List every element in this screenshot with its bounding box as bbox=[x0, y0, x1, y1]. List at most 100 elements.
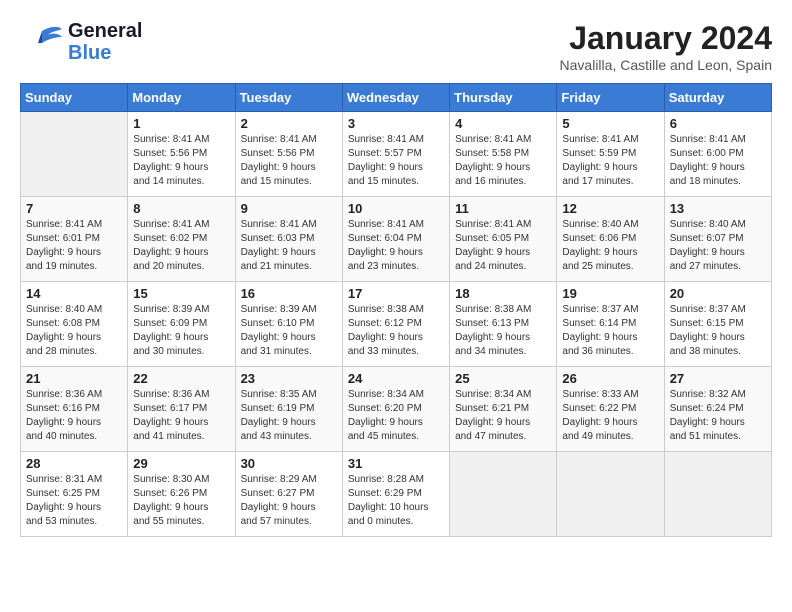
day-number: 24 bbox=[348, 371, 444, 386]
weekday-header-wednesday: Wednesday bbox=[342, 84, 449, 112]
title-block: January 2024 Navalilla, Castille and Leo… bbox=[560, 20, 772, 73]
calendar-cell: 6 Sunrise: 8:41 AM Sunset: 6:00 PM Daylig… bbox=[664, 112, 771, 197]
calendar-cell: 12 Sunrise: 8:40 AM Sunset: 6:06 PM Dayli… bbox=[557, 197, 664, 282]
day-number: 17 bbox=[348, 286, 444, 301]
calendar-cell bbox=[557, 452, 664, 537]
day-info: Sunrise: 8:40 AM Sunset: 6:06 PM Dayligh… bbox=[562, 218, 658, 274]
calendar-cell: 30Sunrise: 8:29 AM Sunset: 6:27 PM Dayli… bbox=[235, 452, 342, 537]
day-info: Sunrise: 8:41 AM Sunset: 5:59 PM Dayligh… bbox=[562, 133, 658, 189]
calendar-cell bbox=[21, 112, 128, 197]
calendar-cell: 2 Sunrise: 8:41 AM Sunset: 5:56 PM Daylig… bbox=[235, 112, 342, 197]
calendar-cell: 7 Sunrise: 8:41 AM Sunset: 6:01 PM Daylig… bbox=[21, 197, 128, 282]
calendar-cell: 23 Sunrise: 8:35 AM Sunset: 6:19 PM Dayli… bbox=[235, 367, 342, 452]
day-info: Sunrise: 8:41 AM Sunset: 5:58 PM Dayligh… bbox=[455, 133, 551, 189]
day-number: 3 bbox=[348, 116, 444, 131]
day-number: 28 bbox=[26, 456, 122, 471]
logo: General Blue bbox=[20, 20, 142, 64]
calendar-cell: 29Sunrise: 8:30 AM Sunset: 6:26 PM Dayli… bbox=[128, 452, 235, 537]
day-info: Sunrise: 8:35 AM Sunset: 6:19 PM Dayligh… bbox=[241, 388, 337, 444]
day-number: 27 bbox=[670, 371, 766, 386]
weekday-header-friday: Friday bbox=[557, 84, 664, 112]
calendar-cell: 4Sunrise: 8:41 AM Sunset: 5:58 PM Daylig… bbox=[450, 112, 557, 197]
weekday-header-tuesday: Tuesday bbox=[235, 84, 342, 112]
day-info: Sunrise: 8:32 AM Sunset: 6:24 PM Dayligh… bbox=[670, 388, 766, 444]
day-number: 23 bbox=[241, 371, 337, 386]
calendar-cell bbox=[450, 452, 557, 537]
location-subtitle: Navalilla, Castille and Leon, Spain bbox=[560, 57, 772, 73]
calendar-cell bbox=[664, 452, 771, 537]
day-number: 2 bbox=[241, 116, 337, 131]
month-title: January 2024 bbox=[560, 20, 772, 57]
calendar-cell: 16 Sunrise: 8:39 AM Sunset: 6:10 PM Dayli… bbox=[235, 282, 342, 367]
day-number: 7 bbox=[26, 201, 122, 216]
day-number: 29 bbox=[133, 456, 229, 471]
calendar-row-2: 14 Sunrise: 8:40 AM Sunset: 6:08 PM Dayli… bbox=[21, 282, 772, 367]
calendar-cell: 15Sunrise: 8:39 AM Sunset: 6:09 PM Dayli… bbox=[128, 282, 235, 367]
calendar-cell: 10Sunrise: 8:41 AM Sunset: 6:04 PM Dayli… bbox=[342, 197, 449, 282]
day-info: Sunrise: 8:41 AM Sunset: 6:05 PM Dayligh… bbox=[455, 218, 551, 274]
day-number: 9 bbox=[241, 201, 337, 216]
calendar-cell: 14 Sunrise: 8:40 AM Sunset: 6:08 PM Dayli… bbox=[21, 282, 128, 367]
day-info: Sunrise: 8:37 AM Sunset: 6:15 PM Dayligh… bbox=[670, 303, 766, 359]
calendar-cell: 20 Sunrise: 8:37 AM Sunset: 6:15 PM Dayli… bbox=[664, 282, 771, 367]
day-info: Sunrise: 8:41 AM Sunset: 6:03 PM Dayligh… bbox=[241, 218, 337, 274]
day-number: 16 bbox=[241, 286, 337, 301]
calendar-row-3: 21Sunrise: 8:36 AM Sunset: 6:16 PM Dayli… bbox=[21, 367, 772, 452]
calendar-cell: 8Sunrise: 8:41 AM Sunset: 6:02 PM Daylig… bbox=[128, 197, 235, 282]
day-info: Sunrise: 8:40 AM Sunset: 6:07 PM Dayligh… bbox=[670, 218, 766, 274]
calendar-table: SundayMondayTuesdayWednesdayThursdayFrid… bbox=[20, 83, 772, 537]
day-info: Sunrise: 8:29 AM Sunset: 6:27 PM Dayligh… bbox=[241, 473, 337, 529]
calendar-cell: 21Sunrise: 8:36 AM Sunset: 6:16 PM Dayli… bbox=[21, 367, 128, 452]
day-info: Sunrise: 8:34 AM Sunset: 6:21 PM Dayligh… bbox=[455, 388, 551, 444]
day-number: 13 bbox=[670, 201, 766, 216]
calendar-cell: 9 Sunrise: 8:41 AM Sunset: 6:03 PM Daylig… bbox=[235, 197, 342, 282]
day-info: Sunrise: 8:41 AM Sunset: 5:56 PM Dayligh… bbox=[133, 133, 229, 189]
day-info: Sunrise: 8:31 AM Sunset: 6:25 PM Dayligh… bbox=[26, 473, 122, 529]
calendar-cell: 22Sunrise: 8:36 AM Sunset: 6:17 PM Dayli… bbox=[128, 367, 235, 452]
day-info: Sunrise: 8:38 AM Sunset: 6:13 PM Dayligh… bbox=[455, 303, 551, 359]
day-number: 1 bbox=[133, 116, 229, 131]
page-header: General Blue January 2024 Navalilla, Cas… bbox=[20, 20, 772, 73]
day-number: 31 bbox=[348, 456, 444, 471]
weekday-header-thursday: Thursday bbox=[450, 84, 557, 112]
logo-general: General bbox=[68, 20, 142, 42]
day-number: 5 bbox=[562, 116, 658, 131]
day-info: Sunrise: 8:41 AM Sunset: 6:00 PM Dayligh… bbox=[670, 133, 766, 189]
day-number: 19 bbox=[562, 286, 658, 301]
day-info: Sunrise: 8:28 AM Sunset: 6:29 PM Dayligh… bbox=[348, 473, 444, 529]
calendar-cell: 24Sunrise: 8:34 AM Sunset: 6:20 PM Dayli… bbox=[342, 367, 449, 452]
day-info: Sunrise: 8:33 AM Sunset: 6:22 PM Dayligh… bbox=[562, 388, 658, 444]
calendar-cell: 5 Sunrise: 8:41 AM Sunset: 5:59 PM Daylig… bbox=[557, 112, 664, 197]
day-number: 25 bbox=[455, 371, 551, 386]
calendar-cell: 17Sunrise: 8:38 AM Sunset: 6:12 PM Dayli… bbox=[342, 282, 449, 367]
calendar-cell: 26 Sunrise: 8:33 AM Sunset: 6:22 PM Dayli… bbox=[557, 367, 664, 452]
day-number: 6 bbox=[670, 116, 766, 131]
calendar-cell: 19Sunrise: 8:37 AM Sunset: 6:14 PM Dayli… bbox=[557, 282, 664, 367]
day-number: 26 bbox=[562, 371, 658, 386]
calendar-cell: 1 Sunrise: 8:41 AM Sunset: 5:56 PM Daylig… bbox=[128, 112, 235, 197]
day-info: Sunrise: 8:39 AM Sunset: 6:10 PM Dayligh… bbox=[241, 303, 337, 359]
day-info: Sunrise: 8:41 AM Sunset: 6:01 PM Dayligh… bbox=[26, 218, 122, 274]
calendar-cell: 28 Sunrise: 8:31 AM Sunset: 6:25 PM Dayli… bbox=[21, 452, 128, 537]
day-number: 8 bbox=[133, 201, 229, 216]
day-info: Sunrise: 8:41 AM Sunset: 5:56 PM Dayligh… bbox=[241, 133, 337, 189]
calendar-row-4: 28 Sunrise: 8:31 AM Sunset: 6:25 PM Dayli… bbox=[21, 452, 772, 537]
day-number: 20 bbox=[670, 286, 766, 301]
day-number: 12 bbox=[562, 201, 658, 216]
day-number: 15 bbox=[133, 286, 229, 301]
calendar-cell: 31 Sunrise: 8:28 AM Sunset: 6:29 PM Dayli… bbox=[342, 452, 449, 537]
calendar-cell: 13 Sunrise: 8:40 AM Sunset: 6:07 PM Dayli… bbox=[664, 197, 771, 282]
day-number: 22 bbox=[133, 371, 229, 386]
logo-icon bbox=[20, 23, 64, 61]
day-number: 11 bbox=[455, 201, 551, 216]
day-info: Sunrise: 8:36 AM Sunset: 6:16 PM Dayligh… bbox=[26, 388, 122, 444]
weekday-header-saturday: Saturday bbox=[664, 84, 771, 112]
day-info: Sunrise: 8:41 AM Sunset: 6:04 PM Dayligh… bbox=[348, 218, 444, 274]
calendar-row-1: 7 Sunrise: 8:41 AM Sunset: 6:01 PM Daylig… bbox=[21, 197, 772, 282]
weekday-header-sunday: Sunday bbox=[21, 84, 128, 112]
logo-blue: Blue bbox=[68, 42, 142, 64]
weekday-header-monday: Monday bbox=[128, 84, 235, 112]
day-number: 14 bbox=[26, 286, 122, 301]
day-info: Sunrise: 8:40 AM Sunset: 6:08 PM Dayligh… bbox=[26, 303, 122, 359]
weekday-header-row: SundayMondayTuesdayWednesdayThursdayFrid… bbox=[21, 84, 772, 112]
